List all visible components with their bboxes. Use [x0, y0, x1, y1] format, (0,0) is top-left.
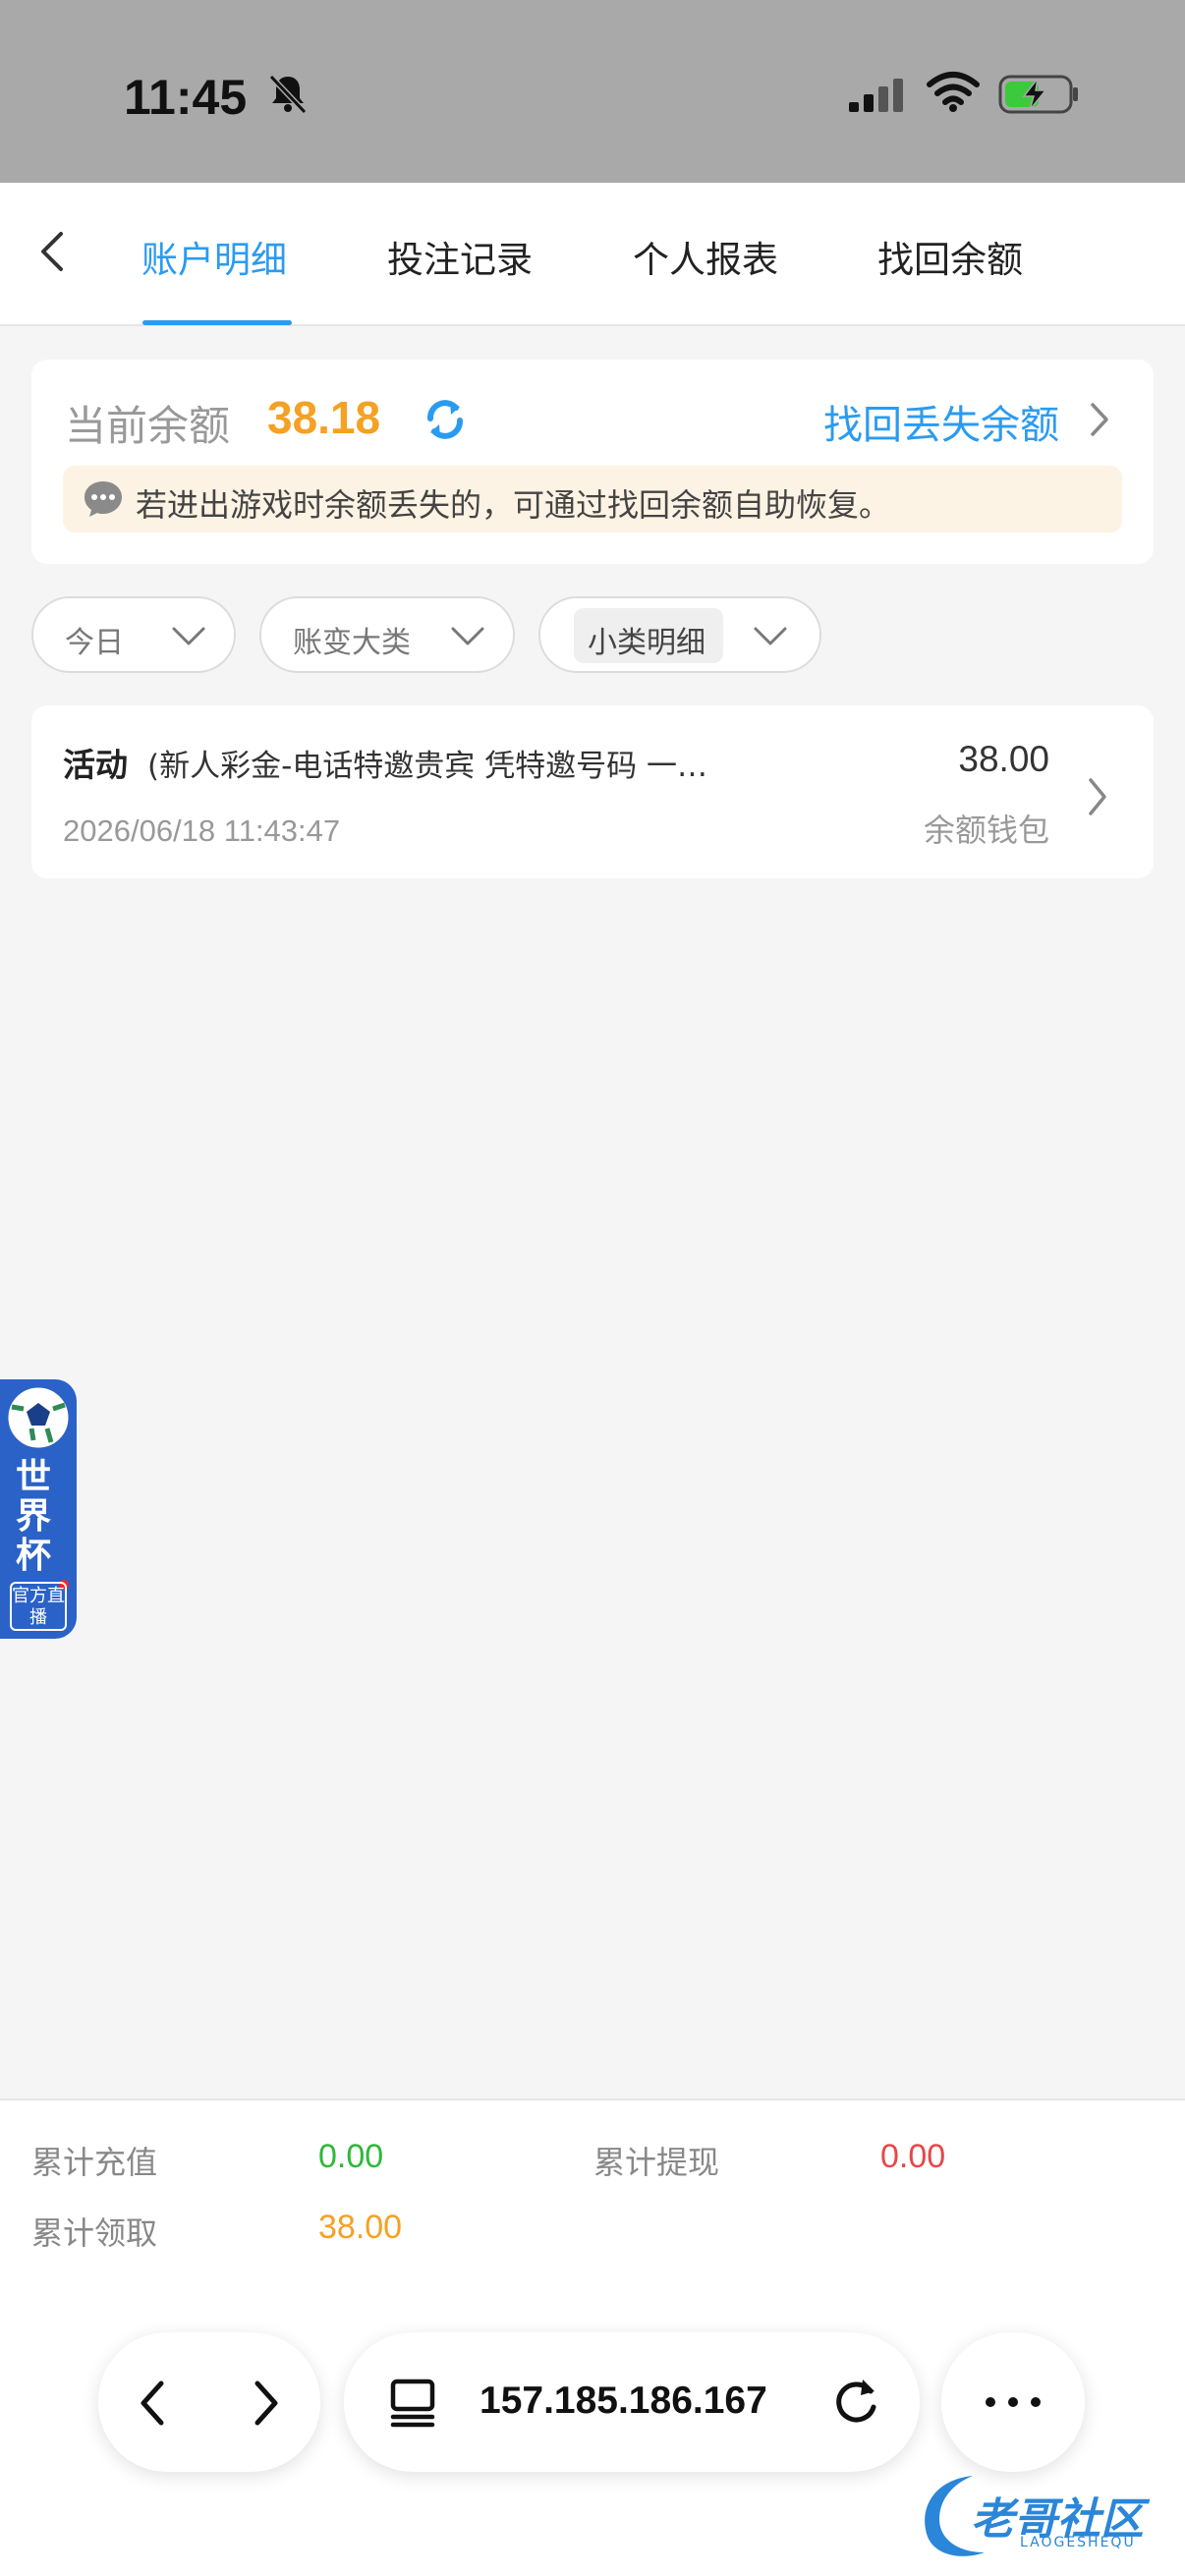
subcategory-filter-dropdown[interactable]: 小类明细 [538, 596, 821, 673]
notice-text: 若进出游戏时余额丢失的，可通过找回余额自助恢复。 [136, 486, 891, 524]
record-wallet: 余额钱包 [923, 812, 1049, 849]
chat-bubble-icon [85, 481, 122, 517]
bell-muted-icon [268, 74, 308, 115]
tab-bet-records[interactable]: 投注记录 [387, 230, 533, 283]
url-text: 157.185.186.167 [480, 2380, 767, 2422]
total-withdraw-label: 累计提现 [593, 2144, 720, 2181]
active-tab-indicator [142, 320, 292, 325]
total-claim-label: 累计领取 [31, 2214, 158, 2252]
date-filter-dropdown[interactable]: 今日 [31, 596, 236, 673]
filter-label: 小类明细 [588, 626, 705, 660]
badge-title: 世界杯 [16, 1457, 52, 1576]
chevron-down-icon [172, 627, 205, 645]
balance-label: 当前余额 [65, 402, 231, 450]
balance-card: 当前余额 38.18 找回丢失余额 若进出游戏时余额丢失的，可通过找回余额自助恢… [31, 360, 1154, 564]
chevron-right-icon [1091, 403, 1108, 436]
browser-more-button[interactable] [941, 2332, 1085, 2472]
soccer-ball-icon [5, 1384, 72, 1451]
status-bar: 11:45 [0, 0, 1185, 183]
browser-nav-group [98, 2332, 320, 2472]
tab-recover-balance[interactable]: 找回余额 [877, 230, 1023, 283]
battery-charging-icon [998, 75, 1078, 114]
watermark-subtext: LAOGESHEQU [1020, 2535, 1136, 2550]
status-time: 11:45 [124, 70, 248, 125]
more-dots-icon [986, 2397, 1041, 2407]
record-time: 2026/06/18 11:43:47 [63, 813, 341, 848]
record-amount: 38.00 [958, 739, 1049, 779]
browser-forward-icon[interactable] [242, 2376, 287, 2431]
world-cup-live-badge[interactable]: 世界杯 官方直播 [0, 1379, 77, 1639]
category-filter-dropdown[interactable]: 账变大类 [259, 596, 515, 673]
notice-banner: 若进出游戏时余额丢失的，可通过找回余额自助恢复。 [63, 466, 1122, 532]
recover-lost-balance-link[interactable]: 找回丢失余额 [823, 393, 1059, 450]
filter-label: 账变大类 [293, 626, 411, 660]
chevron-down-icon [451, 627, 484, 645]
list-item[interactable]: 活动 (新人彩金-电话特邀贵宾 凭特邀号码 一… 2026/06/18 11:4… [31, 705, 1154, 878]
chevron-down-icon [754, 627, 787, 645]
filter-label: 今日 [65, 626, 124, 660]
record-type: 活动 [63, 746, 128, 784]
refresh-icon[interactable] [421, 395, 470, 444]
record-description: (新人彩金-电话特邀贵宾 凭特邀号码 一… [147, 749, 707, 784]
wifi-icon [927, 72, 980, 112]
total-claim-value: 38.00 [318, 2209, 403, 2246]
total-withdraw-value: 0.00 [880, 2138, 946, 2175]
total-recharge-value: 0.00 [318, 2138, 384, 2175]
signal-icon [849, 79, 903, 112]
chevron-right-icon [1089, 778, 1106, 815]
badge-tag: 官方直播 [10, 1582, 67, 1631]
balance-value: 38.18 [267, 392, 381, 443]
tab-account-detail[interactable]: 账户明细 [141, 230, 287, 283]
tab-personal-report[interactable]: 个人报表 [633, 230, 778, 283]
reload-icon[interactable] [827, 2374, 884, 2431]
back-arrow-icon[interactable] [28, 222, 77, 281]
total-recharge-label: 累计充值 [31, 2144, 158, 2181]
top-nav: 账户明细 投注记录 个人报表 找回余额 [0, 183, 1185, 326]
browser-address-bar[interactable]: 157.185.186.167 [344, 2332, 920, 2472]
tab-overview-icon[interactable] [387, 2376, 442, 2431]
browser-back-icon[interactable] [132, 2376, 177, 2431]
